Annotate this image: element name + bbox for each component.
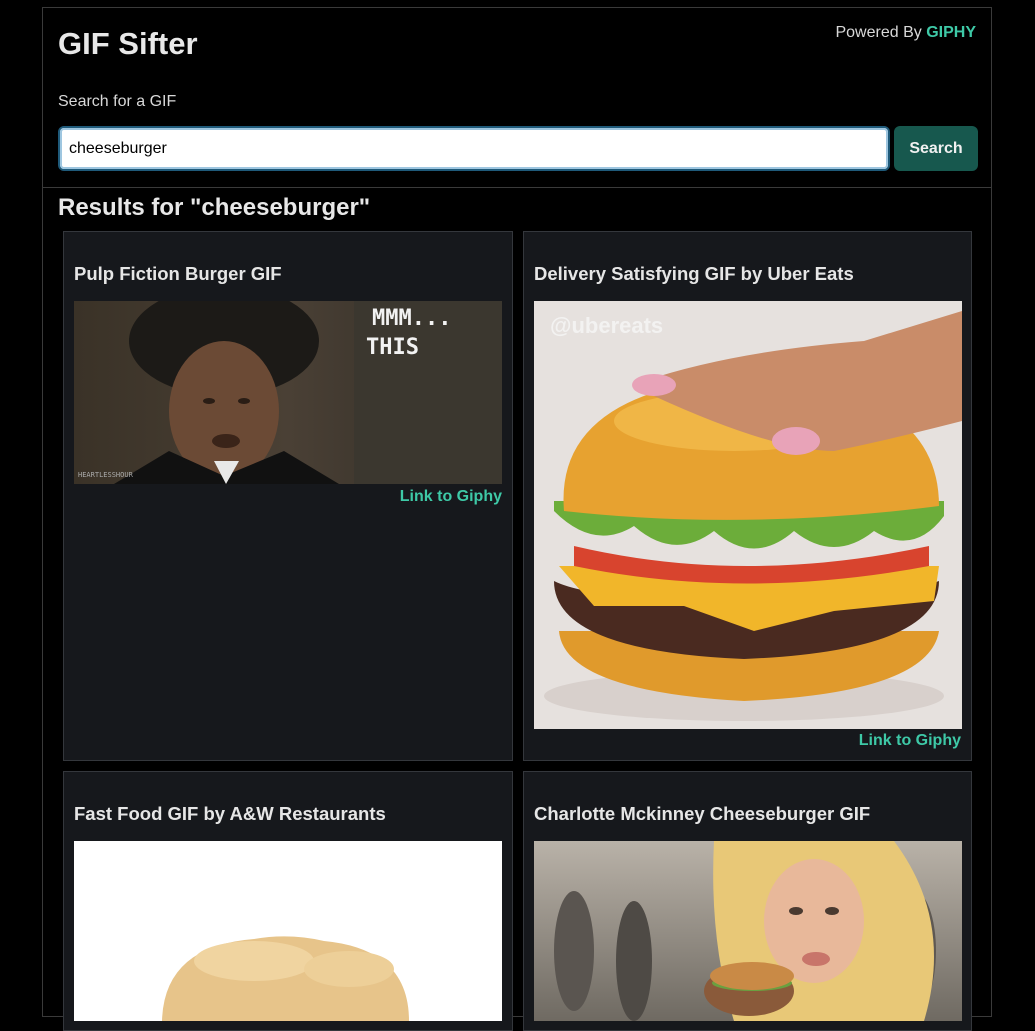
card-title: Pulp Fiction Burger GIF [74, 263, 282, 284]
card-title: Delivery Satisfying GIF by Uber Eats [534, 263, 854, 284]
gif-card: Charlotte Mckinney Cheeseburger GIF [523, 771, 972, 1031]
gif-image[interactable] [74, 841, 502, 1021]
giphy-link[interactable]: GIPHY [926, 24, 976, 41]
gif-overlay-text: THIS [366, 335, 419, 360]
link-to-giphy[interactable]: Link to Giphy [400, 488, 502, 506]
gif-card: Fast Food GIF by A&W Restaurants [63, 771, 513, 1031]
gif-watermark: HEARTLESSHOUR [78, 471, 134, 479]
card-title: Fast Food GIF by A&W Restaurants [74, 803, 386, 824]
header: GIF Sifter Powered By GIPHY Search for a… [43, 8, 991, 188]
link-to-giphy[interactable]: Link to Giphy [859, 732, 961, 750]
gif-image[interactable]: @ubereats [534, 301, 962, 729]
gif-image[interactable] [534, 841, 962, 1021]
app-title: GIF Sifter [58, 26, 198, 61]
results-heading: Results for "cheeseburger" [58, 194, 371, 221]
gif-card: Pulp Fiction Burger GIF MMM... THIS HEAR… [63, 231, 513, 761]
app-container: GIF Sifter Powered By GIPHY Search for a… [42, 7, 992, 1031]
card-title: Charlotte Mckinney Cheeseburger GIF [534, 803, 871, 824]
gif-watermark: @ubereats [550, 313, 663, 338]
search-button[interactable]: Search [894, 126, 978, 171]
gif-image[interactable]: MMM... THIS HEARTLESSHOUR [74, 301, 502, 484]
gif-card: Delivery Satisfying GIF by Uber Eats @ub… [523, 231, 972, 761]
powered-by: Powered By GIPHY [835, 24, 976, 42]
search-label: Search for a GIF [58, 93, 177, 110]
gif-overlay-text: MMM... [372, 306, 451, 331]
search-input[interactable] [58, 126, 890, 171]
powered-by-label: Powered By [835, 24, 922, 41]
